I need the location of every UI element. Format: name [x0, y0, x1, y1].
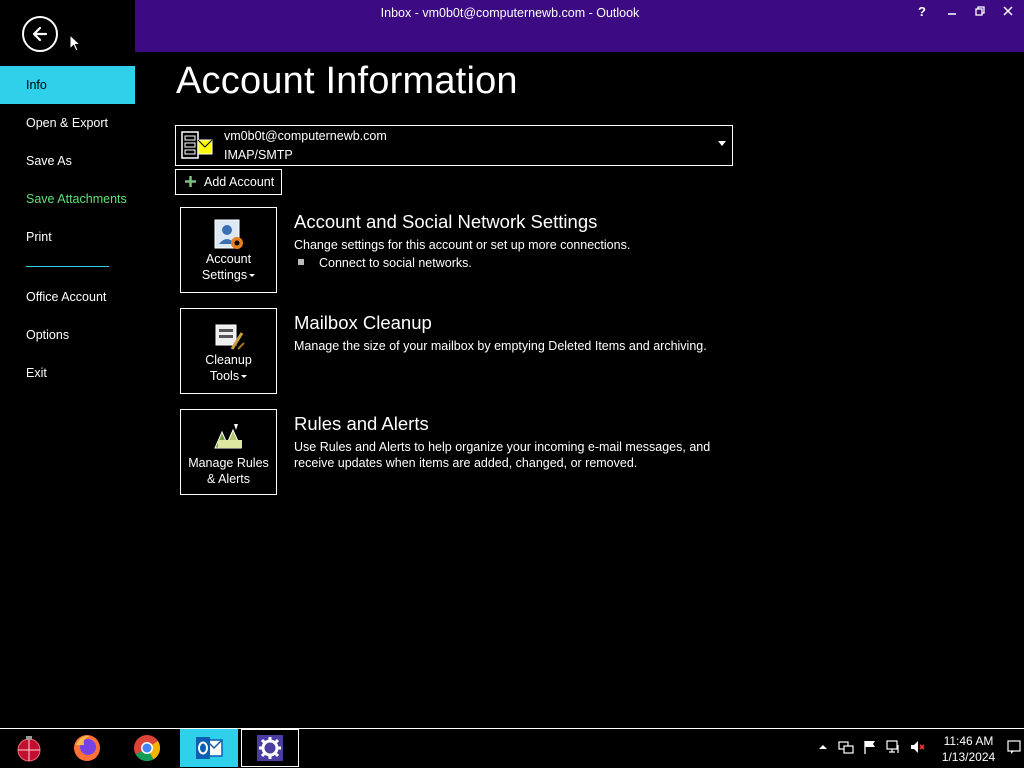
section-title-account-settings: Account and Social Network Settings: [294, 211, 598, 232]
section-title-rules-alerts: Rules and Alerts: [294, 413, 429, 434]
section-title-mailbox-cleanup: Mailbox Cleanup: [294, 312, 432, 333]
section-desc-mailbox-cleanup: Manage the size of your mailbox by empty…: [294, 339, 707, 353]
connect-social-networks-link[interactable]: Connect to social networks.: [319, 256, 472, 270]
manage-rules-alerts-button[interactable]: Manage Rules & Alerts: [180, 409, 277, 495]
minimize-button[interactable]: [938, 2, 966, 22]
firefox-icon: [74, 735, 100, 761]
caret-down-icon: [241, 375, 248, 379]
add-account-button[interactable]: Add Account: [175, 169, 282, 195]
sidebar-divider: [26, 266, 109, 267]
sidebar-item-open-export[interactable]: Open & Export: [0, 104, 135, 142]
volume-muted-icon[interactable]: [910, 739, 926, 755]
sidebar-item-office-account[interactable]: Office Account: [0, 278, 135, 316]
account-server-icon: [181, 131, 213, 159]
minimize-icon: [948, 13, 956, 15]
account-settings-icon: [214, 219, 243, 249]
account-email: vm0b0t@computernewb.com: [224, 129, 387, 143]
plus-icon: [185, 176, 196, 187]
bullet-icon: [298, 259, 304, 265]
sidebar-item-exit[interactable]: Exit: [0, 354, 135, 392]
back-button[interactable]: [22, 16, 58, 52]
display-icon[interactable]: [886, 739, 902, 755]
chevron-down-icon: [718, 141, 726, 146]
clock-date: 1/13/2024: [941, 750, 996, 764]
account-settings-button[interactable]: Account Settings: [180, 207, 277, 293]
chrome-taskbar-button[interactable]: [118, 729, 176, 767]
sidebar-item-print[interactable]: Print: [0, 218, 135, 256]
caret-down-icon: [249, 274, 256, 278]
close-icon: [1003, 6, 1013, 16]
outlook-taskbar-button[interactable]: [180, 729, 238, 767]
backstage-sidebar: Info Open & Export Save As Save Attachme…: [0, 0, 135, 728]
account-type: IMAP/SMTP: [224, 148, 293, 162]
settings-taskbar-button[interactable]: [241, 729, 299, 767]
page-title: Account Information: [176, 60, 518, 102]
help-button[interactable]: ?: [908, 2, 936, 22]
sidebar-item-save-attachments[interactable]: Save Attachments: [0, 180, 135, 218]
mouse-cursor-icon: [69, 34, 81, 52]
restore-icon: [975, 6, 985, 16]
add-account-label: Add Account: [204, 175, 275, 189]
tray-chevron-up-icon[interactable]: [815, 739, 831, 755]
account-dropdown[interactable]: vm0b0t@computernewb.com IMAP/SMTP: [175, 125, 733, 166]
sidebar-item-save-as[interactable]: Save As: [0, 142, 135, 180]
sidebar-item-options[interactable]: Options: [0, 316, 135, 354]
start-button[interactable]: [0, 729, 58, 767]
section-desc-rules-alerts: Use Rules and Alerts to help organize yo…: [294, 440, 711, 470]
flag-icon[interactable]: [862, 739, 878, 755]
outlook-icon: [196, 737, 223, 759]
clock-time: 11:46 AM: [943, 734, 994, 748]
close-button[interactable]: [994, 2, 1022, 22]
chrome-icon: [134, 735, 161, 762]
cleanup-tools-button[interactable]: Cleanup Tools: [180, 308, 277, 394]
manage-rules-alerts-label: Manage Rules & Alerts: [188, 456, 269, 486]
cleanup-tools-icon: [215, 324, 245, 350]
account-settings-label: Account Settings: [181, 251, 276, 283]
arrow-left-icon: [32, 26, 48, 42]
section-desc-account-settings: Change settings for this account or set …: [294, 238, 631, 252]
start-orb-icon: [17, 736, 41, 762]
rules-alerts-icon: [214, 424, 242, 449]
window-title: Inbox - vm0b0t@computernewb.com - Outloo…: [380, 6, 640, 20]
notification-icon[interactable]: [1006, 739, 1022, 755]
title-bar: Inbox - vm0b0t@computernewb.com - Outloo…: [135, 0, 1024, 52]
restore-button[interactable]: [966, 2, 994, 22]
firefox-taskbar-button[interactable]: [58, 729, 116, 767]
taskbar-clock[interactable]: 11:46 AM 1/13/2024: [936, 733, 1001, 765]
sidebar-item-info[interactable]: Info: [0, 66, 135, 104]
cleanup-tools-label: Cleanup Tools: [205, 353, 252, 383]
settings-icon: [257, 735, 283, 761]
network-icon[interactable]: [838, 739, 854, 755]
